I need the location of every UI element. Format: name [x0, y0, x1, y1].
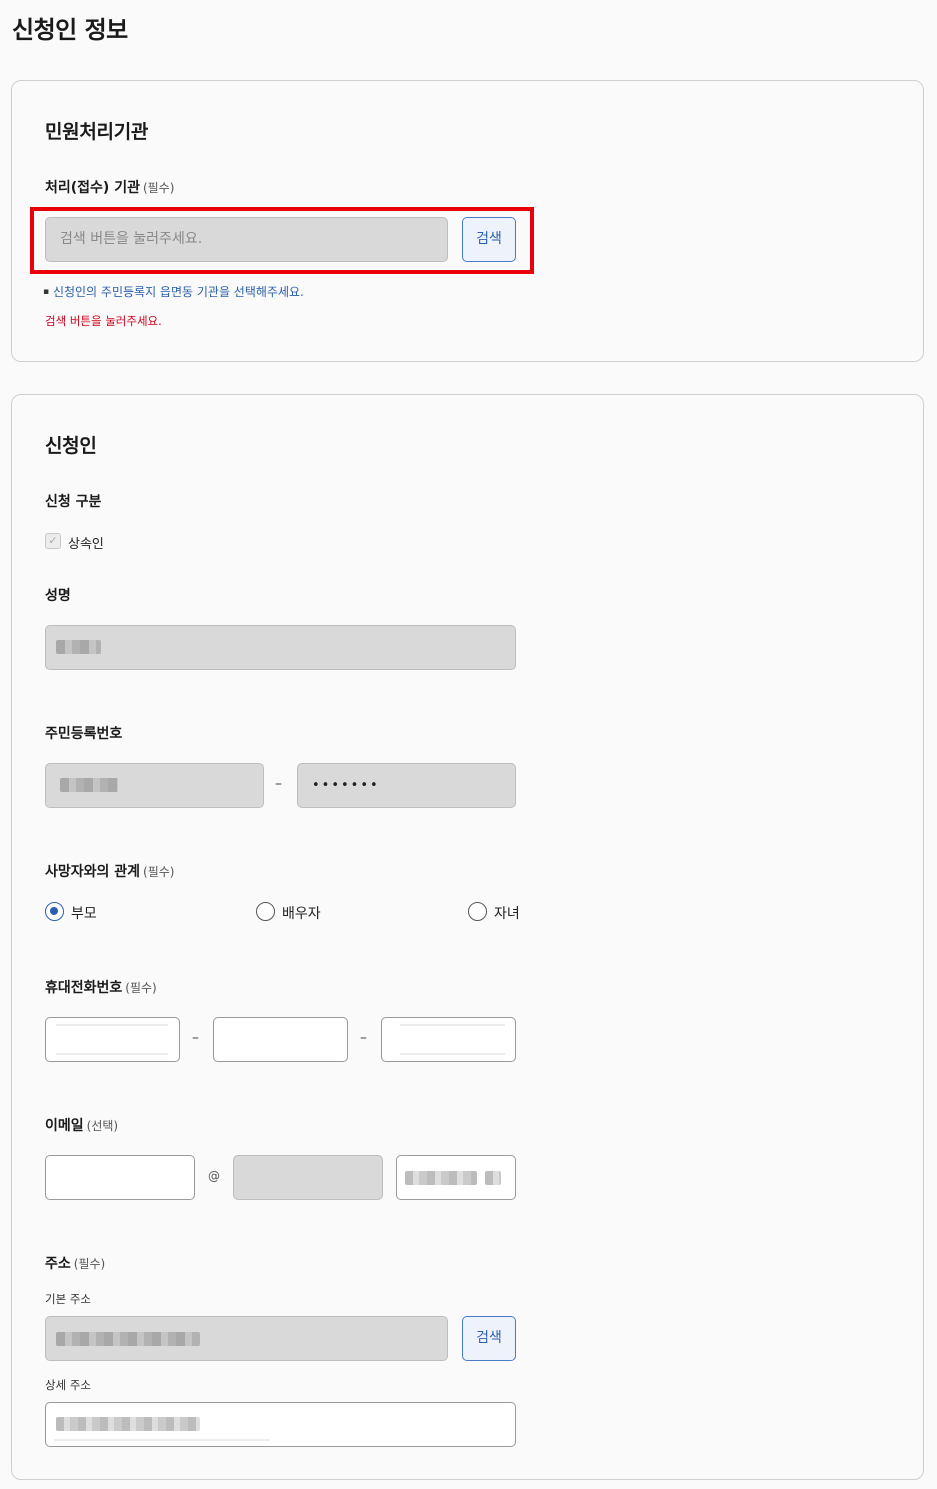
applicant-card: 신청인 신청 구분 ✓ 상속인 성명 주민등록번호 – ••••••• 사망자와… [11, 394, 924, 1480]
phone-dash-1: – [192, 1030, 199, 1046]
redacted-rrn [60, 778, 118, 792]
relation-hint: (필수) [143, 865, 175, 879]
radio-child-label: 자녀 [494, 906, 520, 922]
agency-field-label: 처리(접수) 기관 (필수) [45, 177, 174, 197]
address-label-text: 주소 [45, 1256, 71, 1272]
rrn-back-input[interactable]: ••••••• [297, 763, 516, 808]
page-title: 신청인 정보 [12, 16, 128, 44]
radio-parent[interactable] [45, 902, 64, 921]
heir-checkbox[interactable]: ✓ [45, 533, 61, 549]
address-search-button[interactable]: 검색 [462, 1316, 516, 1361]
email-id-input[interactable] [45, 1155, 195, 1200]
agency-field-hint: (필수) [142, 181, 175, 195]
agency-card: 민원처리기관 처리(접수) 기관 (필수) 검색 버튼을 눌러주세요. 검색 ▪ … [11, 80, 924, 362]
relation-label-text: 사망자와의 관계 [45, 864, 141, 880]
email-label-text: 이메일 [45, 1118, 84, 1134]
redacted-domain [405, 1171, 477, 1185]
agency-input[interactable]: 검색 버튼을 눌러주세요. [45, 217, 448, 262]
bullet-icon: ▪ [43, 287, 50, 297]
agency-note: ▪ 신청인의 주민등록지 읍면동 기관을 선택해주세요. [43, 283, 304, 300]
rrn-dash: – [275, 776, 282, 792]
relation-label: 사망자와의 관계 (필수) [45, 861, 175, 881]
email-at: @ [208, 1169, 220, 1183]
email-hint: (선택) [86, 1119, 119, 1133]
heir-checkbox-label: 상속인 [68, 537, 104, 552]
email-domain-select[interactable] [396, 1155, 516, 1200]
base-address-input[interactable] [45, 1316, 448, 1361]
name-label: 성명 [45, 588, 71, 604]
phone-1-trace-top [56, 1024, 168, 1026]
phone-input-2[interactable] [213, 1017, 348, 1062]
phone-label: 휴대전화번호 (필수) [45, 977, 157, 997]
agency-field-label-text: 처리(접수) 기관 [45, 180, 140, 196]
detail-address-input[interactable] [45, 1402, 516, 1447]
redacted-name [56, 640, 101, 654]
name-input[interactable] [45, 625, 516, 670]
phone-input-1[interactable] [45, 1017, 180, 1062]
radio-spouse[interactable] [256, 902, 275, 921]
rrn-front-input[interactable] [45, 763, 264, 808]
phone-input-3[interactable] [381, 1017, 516, 1062]
radio-parent-label: 부모 [71, 906, 97, 922]
detail-address-label: 상세 주소 [45, 1378, 91, 1392]
phone-3-trace-top [400, 1024, 505, 1026]
phone-hint: (필수) [125, 981, 157, 995]
agency-search-button[interactable]: 검색 [462, 217, 516, 262]
radio-spouse-label: 배우자 [282, 906, 321, 922]
phone-label-text: 휴대전화번호 [45, 980, 123, 996]
address-label: 주소 (필수) [45, 1253, 105, 1273]
agency-section-title: 민원처리기관 [45, 121, 149, 143]
address-hint: (필수) [73, 1257, 106, 1271]
redacted-base-address [56, 1332, 200, 1346]
redacted-detail-address [56, 1417, 200, 1431]
phone-3-trace-bottom [400, 1053, 505, 1055]
email-domain-input[interactable] [233, 1155, 383, 1200]
check-icon: ✓ [48, 534, 58, 547]
agency-note-text: 신청인의 주민등록지 읍면동 기관을 선택해주세요. [52, 285, 304, 299]
redacted-domain-arrow [485, 1171, 501, 1185]
rrn-label: 주민등록번호 [45, 726, 123, 742]
type-label: 신청 구분 [45, 494, 102, 510]
radio-child[interactable] [468, 902, 487, 921]
applicant-section-title: 신청인 [45, 435, 97, 457]
detail-trace [54, 1439, 270, 1441]
phone-1-trace-bottom [56, 1053, 168, 1055]
base-address-label: 기본 주소 [45, 1292, 91, 1306]
agency-error: 검색 버튼을 눌러주세요. [45, 314, 162, 328]
email-label: 이메일 (선택) [45, 1115, 118, 1135]
phone-dash-2: – [360, 1030, 367, 1046]
